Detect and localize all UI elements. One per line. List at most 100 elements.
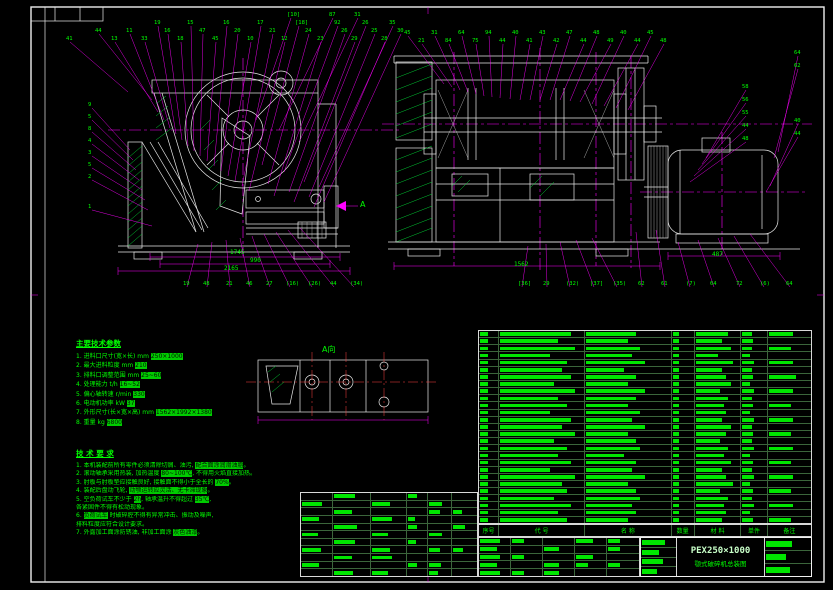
table-cell	[407, 523, 428, 531]
table-row	[301, 531, 477, 539]
table-cell	[765, 551, 811, 563]
parameter-line: 5. 偏心轴转速 r/min 330	[76, 390, 145, 398]
table-cell	[768, 510, 811, 516]
table-cell	[479, 488, 499, 495]
table-row	[479, 516, 811, 523]
table-row	[479, 338, 811, 346]
callout-number: 44	[95, 28, 102, 34]
table-cell	[428, 523, 453, 531]
callout-number: 8	[88, 126, 92, 132]
table-cell	[452, 508, 477, 515]
table-cell	[585, 338, 672, 345]
table-cell	[428, 554, 453, 561]
callout-number: 18	[177, 36, 184, 42]
table-row	[479, 331, 811, 339]
table-cell	[371, 508, 407, 515]
table-cell	[428, 569, 453, 577]
table-cell	[672, 423, 695, 430]
table-cell	[479, 409, 499, 416]
callout-number: 72	[736, 281, 743, 287]
table-cell	[672, 438, 695, 445]
table-cell	[333, 538, 372, 546]
callout-number: 64	[786, 281, 793, 287]
table-cell	[479, 416, 499, 423]
table-cell	[695, 438, 742, 445]
callout-number: 47	[199, 28, 206, 34]
table-cell	[452, 562, 477, 569]
table-cell	[741, 438, 768, 445]
table-cell	[371, 500, 407, 508]
table-cell	[695, 416, 742, 423]
table-cell	[695, 430, 742, 438]
table-cell	[333, 515, 372, 523]
table-cell	[371, 569, 407, 577]
callout-number: 44	[330, 281, 337, 287]
table-cell	[479, 452, 499, 459]
table-row	[301, 493, 477, 501]
callout-number: 46	[246, 281, 253, 287]
table-row	[479, 561, 639, 570]
callout-number: 48	[742, 136, 749, 142]
parameters-lines: 1. 进料口尺寸(宽×长) mm 250×1000 2. 最大进料粒度 mm 21…	[76, 352, 266, 427]
table-cell	[511, 561, 543, 569]
table-cell	[695, 331, 742, 338]
table-cell	[407, 515, 428, 523]
title-block-left-cells	[641, 538, 677, 576]
table-cell	[768, 331, 811, 337]
table-cell	[768, 431, 811, 437]
callout-number: 21	[226, 281, 233, 287]
dimension-value: 487	[712, 251, 723, 258]
table-cell	[768, 438, 811, 444]
table-cell	[543, 553, 575, 561]
table-cell	[479, 561, 511, 569]
table-cell	[641, 538, 676, 547]
callout-number: 15	[187, 20, 194, 26]
bom-header-cell: 单件	[741, 525, 768, 536]
table-cell	[511, 553, 543, 561]
table-row	[479, 553, 639, 562]
bom-header-row: 序号代 号名 称数量材 料单件 备注	[478, 524, 812, 537]
table-row	[479, 495, 811, 503]
table-cell	[499, 502, 586, 509]
callout-number: 1	[88, 204, 92, 210]
table-cell	[333, 493, 372, 500]
table-cell	[333, 569, 372, 577]
table-cell	[499, 345, 586, 352]
table-cell	[479, 569, 511, 576]
table-cell	[407, 493, 428, 500]
table-cell	[428, 546, 453, 554]
table-cell	[641, 548, 676, 557]
table-cell	[741, 452, 768, 459]
table-cell	[741, 480, 768, 488]
table-cell	[499, 395, 586, 402]
callout-number: 16	[223, 20, 230, 26]
table-cell	[428, 508, 453, 515]
table-cell	[741, 409, 768, 416]
table-cell	[499, 480, 586, 488]
table-cell	[479, 402, 499, 409]
table-cell	[371, 554, 407, 561]
dimension-value: 990	[250, 257, 261, 264]
parameter-line: 3. 排料口调整范围 mm 25~60	[76, 371, 162, 379]
secondary-table	[300, 492, 478, 577]
table-cell	[768, 445, 811, 451]
table-cell	[585, 452, 672, 459]
table-cell	[333, 500, 372, 508]
cad-sheet: 44 13 11 33 19 16 18 15 47 45 16 20 10 17 21 12 [10] [18]…	[0, 0, 833, 590]
callout-number: 40	[620, 30, 627, 36]
table-row	[641, 567, 676, 576]
table-cell	[479, 480, 499, 488]
callout-number: (16)	[286, 281, 300, 287]
table-row	[479, 509, 811, 517]
table-cell	[301, 546, 333, 554]
table-cell	[479, 538, 511, 545]
table-cell	[695, 395, 742, 402]
table-cell	[407, 500, 428, 508]
table-cell	[499, 388, 586, 395]
note-line: 6. 负荷试车 时破碎腔不得有异常冲击、振动及噪声,	[76, 512, 214, 520]
table-cell	[768, 488, 811, 494]
table-cell	[407, 531, 428, 538]
table-cell	[479, 380, 499, 388]
table-row	[479, 345, 811, 353]
table-cell	[768, 417, 811, 423]
